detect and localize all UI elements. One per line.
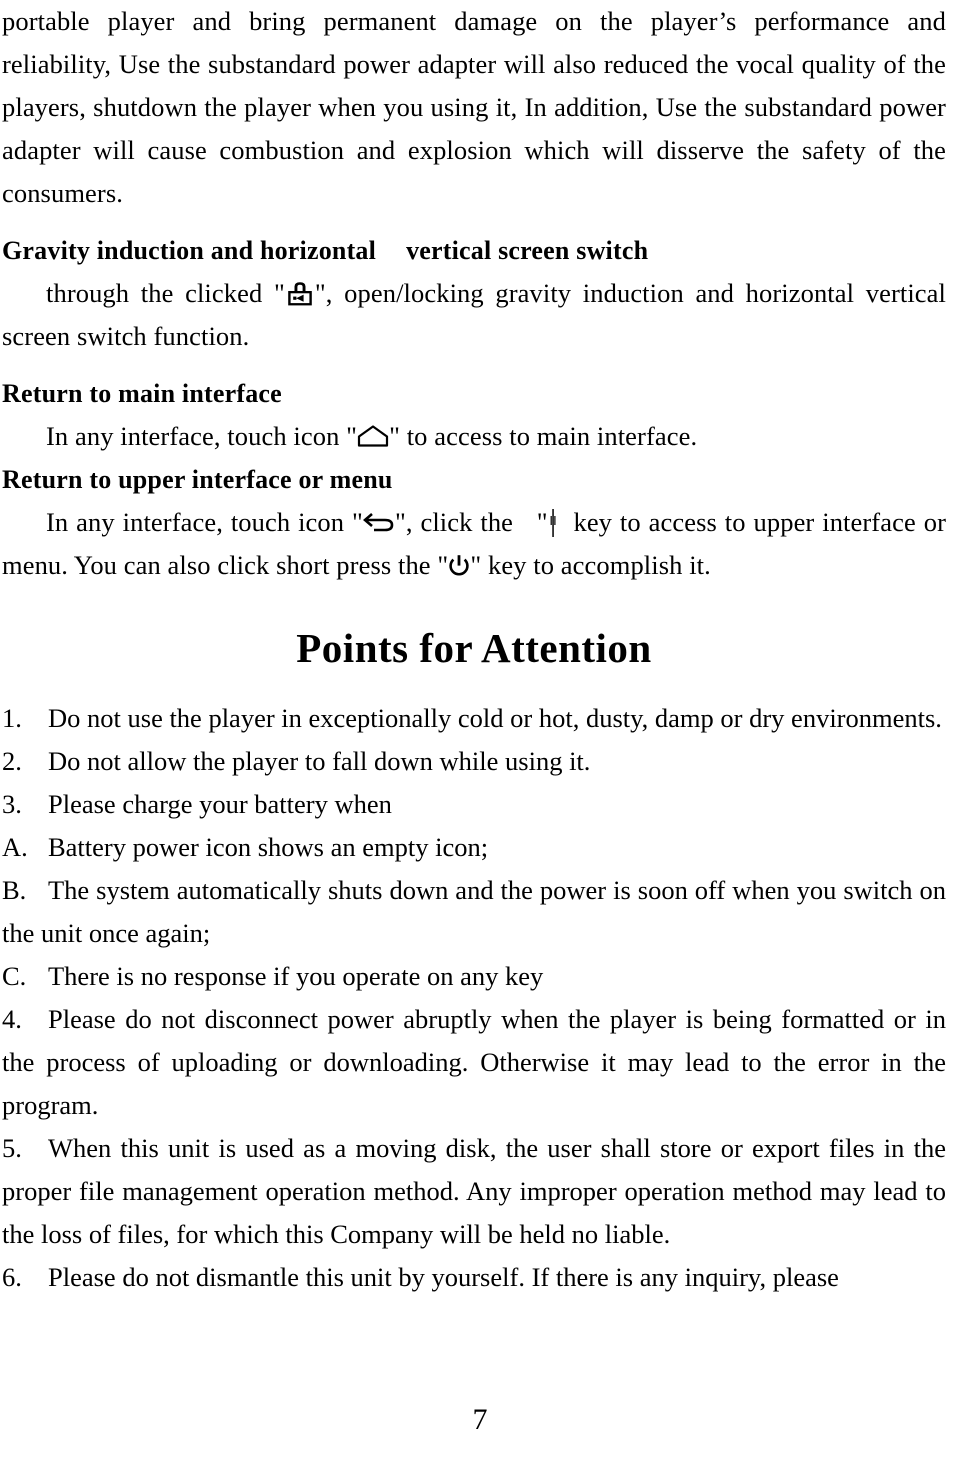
return-upper-text-2: ", click the (394, 507, 514, 537)
return-main-text-before-icon: In any interface, touch icon " (46, 421, 358, 451)
list-item-text: Do not use the player in exceptionally c… (48, 703, 942, 733)
attention-item: 3. Please charge your battery when (2, 783, 946, 826)
list-marker: 1. (2, 703, 22, 733)
list-item-text: The system automatically shuts down and … (2, 875, 946, 948)
gravity-text-before-icon: through the clicked " (46, 278, 285, 308)
power-icon (448, 554, 470, 578)
list-marker: A. (2, 832, 28, 862)
attention-item: 5. When this unit is used as a moving dis… (2, 1127, 946, 1256)
attention-item: 1. Do not use the player in exceptionally… (2, 697, 946, 740)
document-page: portable player and bring permanent dama… (0, 0, 960, 1459)
return-main-text-after-icon: " to access to main interface. (389, 421, 698, 451)
attention-item: A. Battery power icon shows an empty icon… (2, 826, 946, 869)
quote-open: " (536, 507, 548, 537)
attention-item: 4. Please do not disconnect power abruptl… (2, 998, 946, 1127)
section-heading-gravity-part2: vertical screen switch (406, 236, 649, 265)
attention-item: 2. Do not allow the player to fall down w… (2, 740, 946, 783)
list-item-text: There is no response if you operate on a… (48, 961, 544, 991)
section-heading-return-upper: Return to upper interface or menu (2, 465, 393, 494)
list-item-text: Please charge your battery when (48, 789, 392, 819)
attention-item: B. The system automatically shuts down an… (2, 869, 946, 955)
section-heading-gravity-induction: Gravity induction and horizontal vertical… (2, 229, 946, 272)
list-item-text: When this unit is used as a moving disk,… (2, 1133, 946, 1249)
lock-icon (285, 279, 315, 309)
list-item-text: Please do not disconnect power abruptly … (2, 1004, 946, 1120)
return-upper-text-4: " key to accomplish it. (470, 550, 711, 580)
list-item-text: Please do not dismantle this unit by you… (48, 1262, 839, 1292)
list-marker: 2. (2, 746, 22, 776)
continued-paragraph: portable player and bring permanent dama… (2, 6, 946, 208)
return-main-body: In any interface, touch icon " " to acces… (2, 415, 946, 458)
back-arrow-icon (362, 510, 395, 534)
list-marker: 6. (2, 1262, 22, 1292)
return-upper-body: In any interface, touch icon " ", click t… (2, 501, 946, 587)
list-marker: 3. (2, 789, 22, 819)
home-icon (357, 425, 389, 447)
attention-item: 6. Please do not dismantle this unit by y… (2, 1256, 946, 1299)
section-heading-return-main: Return to main interface (2, 379, 282, 408)
list-marker: 5. (2, 1133, 22, 1163)
list-item-text: Do not allow the player to fall down whi… (48, 746, 591, 776)
list-marker: 4. (2, 1004, 22, 1034)
list-item-text: Battery power icon shows an empty icon; (48, 832, 489, 862)
return-upper-text-1: In any interface, touch icon " (46, 507, 363, 537)
page-number: 7 (472, 1403, 488, 1436)
gravity-induction-body: through the clicked " ", open/locking gra… (2, 272, 946, 358)
list-marker: C. (2, 961, 27, 991)
page-title: Points for Attention (296, 625, 652, 671)
section-heading-gravity-part1: Gravity induction and horizontal (2, 236, 377, 265)
attention-item: C. There is no response if you operate on… (2, 955, 946, 998)
menu-key-icon (548, 508, 558, 538)
list-marker: B. (2, 875, 27, 905)
